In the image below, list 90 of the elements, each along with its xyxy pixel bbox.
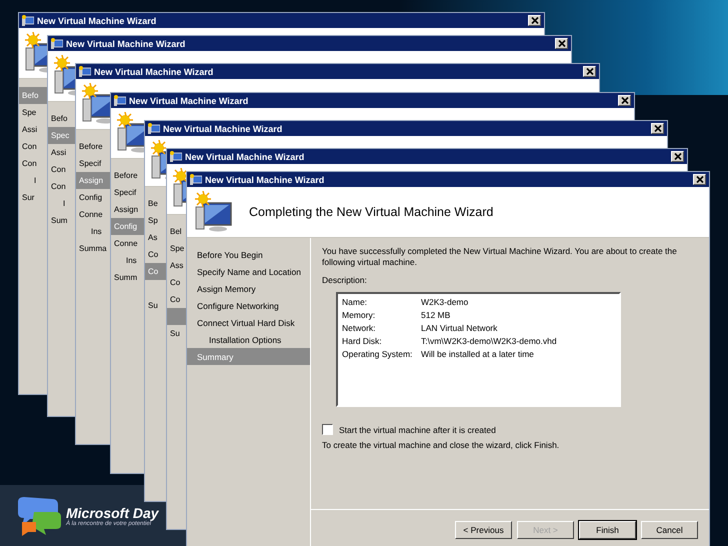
window-title: New Virtual Machine Wizard <box>66 38 186 48</box>
window-title: New Virtual Machine Wizard <box>94 66 214 76</box>
window-title: New Virtual Machine Wizard <box>129 96 250 106</box>
wizard-step[interactable]: Sp <box>145 212 166 229</box>
wizard-step[interactable]: Bel <box>167 223 186 240</box>
close-button[interactable] <box>651 123 664 134</box>
wizard-step[interactable]: Con <box>48 178 75 195</box>
wizard-button[interactable]: Cancel <box>641 521 698 539</box>
wizard-step[interactable]: Summa <box>76 240 110 257</box>
wizard-step[interactable]: Sum <box>48 212 75 229</box>
computer-icon <box>148 123 160 134</box>
detail-label: Operating System: <box>342 348 414 358</box>
wizard-step[interactable]: Co <box>167 291 186 308</box>
close-icon <box>674 153 682 160</box>
wizard-step[interactable]: Specify Name and Location <box>187 263 310 280</box>
hint-text: To create the virtual machine and close the wizard, click Finish. <box>322 440 560 450</box>
computer-icon <box>51 38 63 49</box>
checkbox[interactable] <box>322 424 333 435</box>
wizard-step[interactable]: Configure Networking <box>187 297 310 314</box>
detail-value: LAN Virtual Network <box>421 322 498 332</box>
wizard-step[interactable]: Assi <box>48 144 75 161</box>
wizard-step[interactable]: Summ <box>111 269 144 286</box>
wizard-step[interactable]: Installation Options <box>187 331 310 348</box>
wizard-step[interactable]: Con <box>19 155 47 172</box>
close-icon <box>558 40 566 47</box>
close-button[interactable] <box>583 66 596 77</box>
wizard-step[interactable]: Sur <box>19 189 47 206</box>
wizard-step[interactable]: Befo <box>48 110 75 127</box>
description-label: Description: <box>322 275 368 285</box>
wizard-step[interactable]: Connect Virtual Hard Disk <box>187 314 310 331</box>
detail-label: Name: <box>342 296 368 306</box>
wizard-step[interactable]: Config <box>76 189 110 206</box>
wizard-step[interactable]: Spe <box>19 104 47 121</box>
wizard-button[interactable]: < Previous <box>455 521 512 539</box>
window-title: New Virtual Machine Wizard <box>185 152 306 162</box>
computer-icon <box>79 66 91 77</box>
close-button[interactable] <box>528 15 541 26</box>
close-icon <box>654 125 662 132</box>
computer-icon <box>190 174 202 185</box>
wizard-step[interactable]: Ins <box>76 223 110 240</box>
wizard-step[interactable]: Before <box>76 138 110 155</box>
wizard-step[interactable]: Su <box>145 297 166 314</box>
wizard-step[interactable]: Specif <box>76 155 110 172</box>
logo-text: Microsoft Day <box>66 504 159 520</box>
window-title: New Virtual Machine Wizard <box>163 124 284 134</box>
detail-value: W2K3-demo <box>421 296 468 306</box>
wizard-step[interactable]: Con <box>48 161 75 178</box>
close-button[interactable] <box>618 95 631 106</box>
close-icon <box>530 17 538 24</box>
window-title: New Virtual Machine Wizard <box>205 174 326 184</box>
wizard-heading: Completing the New Virtual Machine Wizard <box>249 205 494 219</box>
wizard-step[interactable]: As <box>145 229 166 246</box>
checkbox-label[interactable]: Start the virtual machine after it is created <box>339 424 496 434</box>
detail-value: T:\vm\W2K3-demo\W2K3-demo.vhd <box>421 336 557 346</box>
wizard-step[interactable]: Assign Memory <box>187 280 310 297</box>
wizard-step[interactable]: Con <box>19 138 47 155</box>
wizard-step[interactable]: Conne <box>76 206 110 223</box>
wizard-step[interactable]: Su <box>167 325 186 342</box>
wizard-step[interactable]: I <box>48 195 75 212</box>
detail-value: Will be installed at a later time <box>421 348 534 358</box>
wizard-step[interactable]: Be <box>145 195 166 212</box>
wizard-step[interactable]: Ins <box>111 252 144 269</box>
detail-label: Hard Disk: <box>342 336 383 346</box>
detail-label: Network: <box>342 322 377 332</box>
close-button[interactable] <box>671 151 684 162</box>
wizard-step[interactable]: Co <box>167 274 186 291</box>
close-icon <box>620 97 628 104</box>
speech-bubbles-icon <box>16 496 62 536</box>
close-icon <box>586 68 594 75</box>
close-button[interactable] <box>693 174 706 185</box>
wizard-step[interactable]: Conne <box>111 235 144 252</box>
computer-icon <box>114 95 126 106</box>
wizard-step[interactable]: Assign <box>111 201 144 218</box>
wizard-step[interactable]: Before <box>111 167 144 184</box>
summary-text: You have successfully completed the New Virtual Machine Wizard. You are about to create the following virtual machine. <box>322 246 677 268</box>
computer-icon <box>170 151 182 162</box>
wizard-step[interactable]: Specif <box>111 184 144 201</box>
detail-label: Memory: <box>342 310 376 320</box>
close-icon <box>696 176 704 183</box>
wizard-step[interactable]: I <box>19 172 47 189</box>
close-button[interactable] <box>555 38 568 49</box>
wizard-button[interactable]: Finish <box>579 521 636 539</box>
wizard-step[interactable]: Ass <box>167 257 186 274</box>
wizard-step[interactable]: Spe <box>167 240 186 257</box>
window-title: New Virtual Machine Wizard <box>37 16 158 26</box>
computer-icon <box>22 15 34 26</box>
wizard-step[interactable]: Assi <box>19 121 47 138</box>
detail-value: 512 MB <box>421 310 450 320</box>
wizard-step[interactable]: Co <box>145 246 166 263</box>
wizard-step[interactable]: Before You Begin <box>187 246 310 263</box>
